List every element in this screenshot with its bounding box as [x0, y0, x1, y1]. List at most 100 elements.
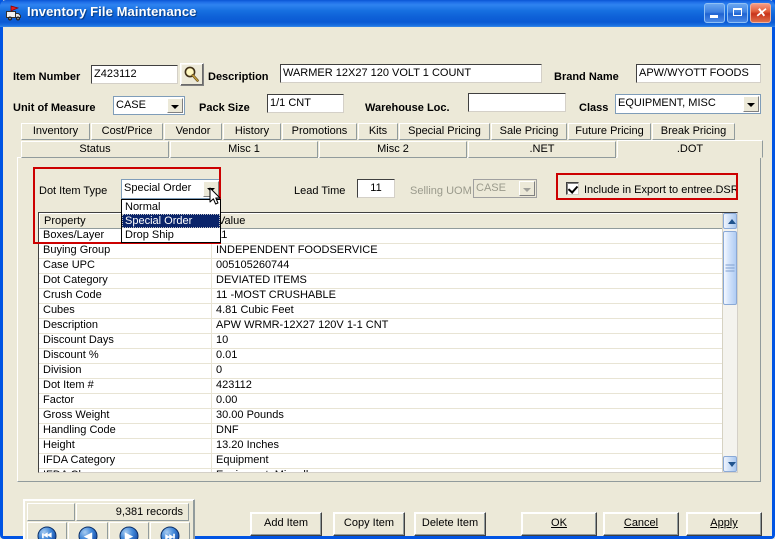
- tab-promotions[interactable]: Promotions: [282, 123, 357, 140]
- tab-label: Break Pricing: [660, 125, 727, 137]
- cell-property: Buying Group: [39, 244, 212, 258]
- tab-label: Inventory: [32, 125, 79, 137]
- pack-size-input[interactable]: 1/1 CNT: [267, 94, 344, 113]
- dropdown-option-normal[interactable]: Normal: [122, 200, 220, 214]
- tab-inventory[interactable]: Inventory: [21, 123, 90, 140]
- cell-property: Dot Item #: [39, 379, 212, 393]
- apply-button-label: Apply: [710, 517, 738, 529]
- description-input[interactable]: WARMER 12X27 120 VOLT 1 COUNT: [280, 64, 542, 83]
- table-row[interactable]: Dot Item # 423112: [39, 379, 737, 394]
- tab-dot[interactable]: .DOT: [617, 140, 763, 158]
- next-record-icon: ▶: [119, 526, 139, 539]
- unit-of-measure-value: CASE: [116, 99, 146, 111]
- table-row[interactable]: Case UPC 005105260744: [39, 259, 737, 274]
- cell-property: Description: [39, 319, 212, 333]
- table-row[interactable]: Discount Days 10: [39, 334, 737, 349]
- truck-icon: [6, 5, 23, 22]
- previous-record-button[interactable]: ◀: [68, 522, 108, 539]
- cell-property: Height: [39, 439, 212, 453]
- tab-label: .DOT: [676, 143, 704, 155]
- tab-label: .NET: [529, 143, 555, 155]
- chevron-down-icon[interactable]: [167, 98, 183, 113]
- tab-sale-pricing[interactable]: Sale Pricing: [491, 123, 567, 140]
- brand-name-input[interactable]: APW/WYOTT FOODS: [636, 64, 761, 83]
- table-row[interactable]: Gross Weight 30.00 Pounds: [39, 409, 737, 424]
- unit-of-measure-select[interactable]: CASE: [113, 96, 185, 115]
- cell-property: Gross Weight: [39, 409, 212, 423]
- chevron-down-icon[interactable]: [743, 96, 759, 112]
- cell-property: Discount %: [39, 349, 212, 363]
- dropdown-option-drop-ship[interactable]: Drop Ship: [122, 228, 220, 242]
- table-row[interactable]: Cubes 4.81 Cubic Feet: [39, 304, 737, 319]
- tab-cost-price[interactable]: Cost/Price: [91, 123, 163, 140]
- table-row[interactable]: Discount % 0.01: [39, 349, 737, 364]
- cancel-button-label: Cancel: [623, 517, 659, 529]
- scroll-down-button[interactable]: [723, 456, 737, 472]
- first-record-button[interactable]: ⏮: [27, 522, 67, 539]
- application-window: Inventory File Maintenance ✕ Item Number…: [0, 0, 775, 539]
- tab-future-pricing[interactable]: Future Pricing: [568, 123, 651, 140]
- cell-value: 30.00 Pounds: [216, 409, 284, 421]
- table-row[interactable]: Height 13.20 Inches: [39, 439, 737, 454]
- lead-time-input[interactable]: 11: [357, 179, 395, 198]
- scroll-up-button[interactable]: [723, 213, 737, 229]
- search-button[interactable]: [180, 63, 204, 86]
- table-row[interactable]: IFDA Category Equipment: [39, 454, 737, 469]
- ok-button-label: OK: [551, 517, 567, 529]
- table-row[interactable]: Crush Code 11 -MOST CRUSHABLE: [39, 289, 737, 304]
- minimize-button[interactable]: [704, 3, 725, 23]
- tab-label: Misc 2: [377, 143, 409, 155]
- tab-special-pricing[interactable]: Special Pricing: [399, 123, 490, 140]
- dot-item-type-select[interactable]: Special Order: [121, 179, 221, 199]
- next-record-button[interactable]: ▶: [109, 522, 149, 539]
- dot-item-type-dropdown-list[interactable]: Normal Special Order Drop Ship: [121, 199, 221, 243]
- table-row[interactable]: Buying Group INDEPENDENT FOODSERVICE: [39, 244, 737, 259]
- tab-status[interactable]: Status: [21, 141, 169, 158]
- table-row[interactable]: Division 0: [39, 364, 737, 379]
- tab-misc-1[interactable]: Misc 1: [170, 141, 318, 158]
- cancel-button[interactable]: Cancel: [603, 512, 679, 536]
- grid-vertical-scrollbar[interactable]: [722, 213, 737, 472]
- tab-kits[interactable]: Kits: [358, 123, 398, 140]
- dropdown-option-special-order[interactable]: Special Order: [122, 214, 220, 228]
- cell-property: Crush Code: [39, 289, 212, 303]
- apply-button[interactable]: Apply: [686, 512, 762, 536]
- copy-item-button[interactable]: Copy Item: [333, 512, 405, 536]
- table-row[interactable]: IFDA ClassEquipment, Miscellaneous: [39, 469, 737, 472]
- table-row[interactable]: Description APW WRMR-12X27 120V 1-1 CNT: [39, 319, 737, 334]
- delete-item-button[interactable]: Delete Item: [414, 512, 486, 536]
- previous-record-icon: ◀: [78, 526, 98, 539]
- table-row[interactable]: Handling Code DNF: [39, 424, 737, 439]
- cell-property: Division: [39, 364, 212, 378]
- tab-history[interactable]: History: [223, 123, 281, 140]
- client-area: Item Number Z423112 Description WARMER 1…: [3, 27, 772, 539]
- cell-value: 4.81 Cubic Feet: [216, 304, 294, 316]
- warehouse-loc-input[interactable]: [468, 93, 566, 112]
- class-select[interactable]: EQUIPMENT, MISC: [615, 94, 761, 114]
- ok-button[interactable]: OK: [521, 512, 597, 536]
- cell-value: 005105260744: [216, 259, 290, 271]
- tab-break-pricing[interactable]: Break Pricing: [652, 123, 735, 140]
- tab-misc-2[interactable]: Misc 2: [319, 141, 467, 158]
- warehouse-loc-label: Warehouse Loc.: [365, 102, 450, 114]
- chevron-down-icon: [519, 181, 535, 196]
- include-export-checkbox[interactable]: [566, 182, 579, 195]
- chevron-down-icon[interactable]: [203, 181, 219, 197]
- item-number-label: Item Number: [13, 71, 81, 83]
- tab-net[interactable]: .NET: [468, 141, 616, 158]
- tab-label: Misc 1: [228, 143, 260, 155]
- tab-vendor[interactable]: Vendor: [164, 123, 222, 140]
- selling-uom-select: CASE: [473, 179, 537, 198]
- last-record-button[interactable]: ⏭: [150, 522, 190, 539]
- add-item-button[interactable]: Add Item: [250, 512, 322, 536]
- cell-value: INDEPENDENT FOODSERVICE: [216, 244, 378, 256]
- table-row[interactable]: Factor 0.00: [39, 394, 737, 409]
- property-value-grid[interactable]: Property Value Boxes/Layer 11 Buying Group…: [38, 212, 738, 473]
- item-number-input[interactable]: Z423112: [91, 65, 178, 84]
- grid-header-value[interactable]: Value: [213, 213, 737, 229]
- table-row[interactable]: Dot Category DEVIATED ITEMS: [39, 274, 737, 289]
- close-button[interactable]: ✕: [750, 3, 771, 23]
- scrollbar-thumb[interactable]: [723, 231, 737, 305]
- maximize-button[interactable]: [727, 3, 748, 23]
- dot-item-type-value: Special Order: [124, 182, 192, 194]
